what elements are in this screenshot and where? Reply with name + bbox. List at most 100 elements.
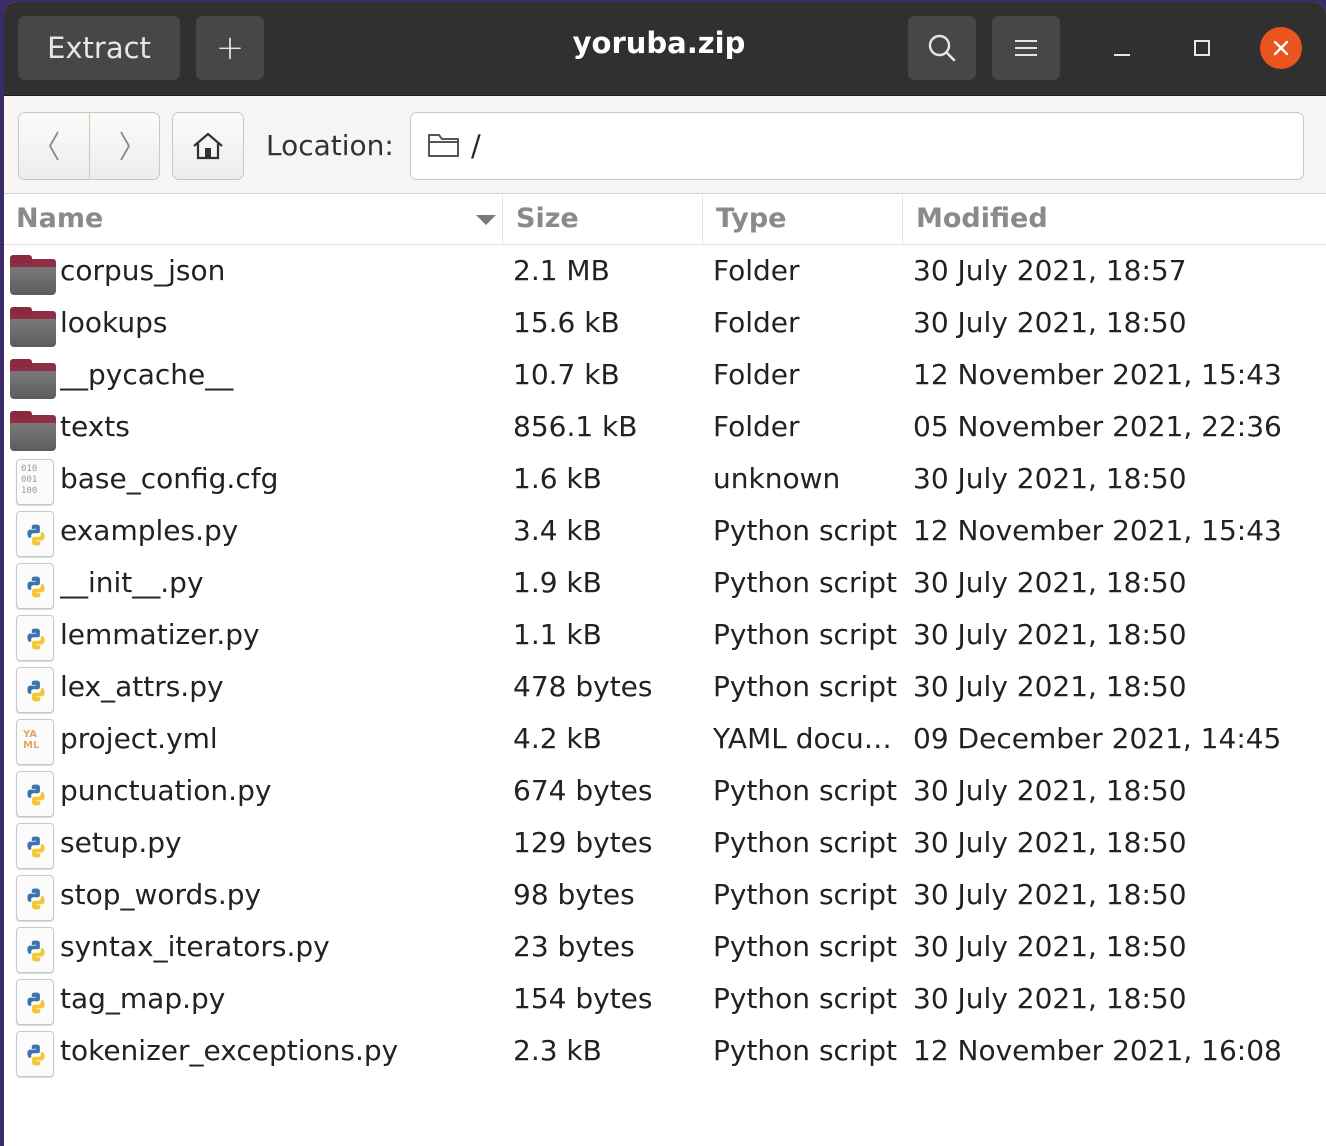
file-row[interactable]: examples.py 3.4 kB Python script 12 Novembe… (4, 505, 1326, 557)
add-files-button[interactable]: + (196, 16, 264, 80)
header-bar: Extract + yoruba.zip (4, 2, 1326, 96)
maximize-icon (1194, 40, 1210, 56)
file-modified: 12 November 2021, 15:43 (913, 358, 1282, 391)
file-row[interactable]: texts 856.1 kB Folder 05 November 2021, 22:… (4, 401, 1326, 453)
file-size: 478 bytes (513, 670, 653, 703)
back-button[interactable] (19, 113, 89, 179)
file-row[interactable]: lemmatizer.py 1.1 kB Python script 30 July … (4, 609, 1326, 661)
file-row[interactable]: lookups 15.6 kB Folder 30 July 2021, 18:50 (4, 297, 1326, 349)
file-size: 4.2 kB (513, 722, 602, 755)
folder-icon (8, 301, 56, 347)
file-modified: 30 July 2021, 18:50 (913, 618, 1187, 651)
file-size: 856.1 kB (513, 410, 638, 443)
file-modified: 30 July 2021, 18:50 (913, 878, 1187, 911)
file-modified: 30 July 2021, 18:50 (913, 982, 1187, 1015)
file-name: project.yml (60, 722, 218, 755)
file-type: unknown (713, 462, 841, 495)
file-type: Folder (713, 306, 800, 339)
file-size: 1.1 kB (513, 618, 602, 651)
maximize-button[interactable] (1182, 28, 1222, 68)
file-row[interactable]: lex_attrs.py 478 bytes Python script 30 Jul… (4, 661, 1326, 713)
folder-outline-icon (428, 134, 459, 157)
column-header-modified[interactable]: Modified (902, 195, 1326, 245)
file-modified: 09 December 2021, 14:45 (913, 722, 1282, 755)
python-file-icon (8, 769, 56, 817)
python-logo-icon (27, 628, 45, 650)
file-name: punctuation.py (60, 774, 272, 807)
binary-file-icon: 010 001 100 (8, 457, 56, 505)
file-row[interactable]: __init__.py 1.9 kB Python script 30 July 20… (4, 557, 1326, 609)
python-file-icon (8, 925, 56, 973)
column-header-name[interactable]: Name (16, 195, 502, 245)
file-row[interactable]: __pycache__ 10.7 kB Folder 12 November 2021… (4, 349, 1326, 401)
home-button[interactable] (172, 112, 244, 180)
column-header-size[interactable]: Size (502, 195, 702, 245)
file-modified: 30 July 2021, 18:50 (913, 462, 1187, 495)
extract-button[interactable]: Extract (18, 16, 180, 80)
file-size: 10.7 kB (513, 358, 620, 391)
forward-button[interactable] (89, 113, 159, 179)
file-modified: 30 July 2021, 18:50 (913, 670, 1187, 703)
plus-icon: + (215, 28, 245, 68)
file-name: base_config.cfg (60, 462, 279, 495)
file-name: syntax_iterators.py (60, 930, 330, 963)
python-file-icon (8, 665, 56, 713)
python-file-icon (8, 873, 56, 921)
search-button[interactable] (908, 16, 976, 80)
file-size: 674 bytes (513, 774, 653, 807)
file-modified: 30 July 2021, 18:50 (913, 774, 1187, 807)
file-row[interactable]: syntax_iterators.py 23 bytes Python script… (4, 921, 1326, 973)
python-file-icon (8, 1029, 56, 1077)
file-row[interactable]: 010 001 100 base_config.cfg 1.6 kB unknown 3… (4, 453, 1326, 505)
file-size: 129 bytes (513, 826, 653, 859)
file-size: 15.6 kB (513, 306, 620, 339)
sort-descending-icon (476, 215, 496, 225)
folder-icon (8, 353, 56, 399)
file-name: lemmatizer.py (60, 618, 260, 651)
file-size: 1.9 kB (513, 566, 602, 599)
location-label: Location: (266, 129, 394, 162)
file-type: Folder (713, 358, 800, 391)
file-modified: 30 July 2021, 18:50 (913, 566, 1187, 599)
folder-icon (8, 405, 56, 451)
file-name: examples.py (60, 514, 239, 547)
file-name: tag_map.py (60, 982, 226, 1015)
python-logo-icon (27, 836, 45, 858)
file-name: texts (60, 410, 130, 443)
file-row[interactable]: tokenizer_exceptions.py 2.3 kB Python scri… (4, 1025, 1326, 1077)
close-button[interactable] (1260, 27, 1302, 69)
file-row[interactable]: setup.py 129 bytes Python script 30 July 20… (4, 817, 1326, 869)
file-size: 3.4 kB (513, 514, 602, 547)
file-type: Python script (713, 1034, 897, 1067)
file-list: corpus_json 2.1 MB Folder 30 July 2021, 18:… (4, 245, 1326, 1077)
python-logo-icon (27, 576, 45, 598)
file-size: 2.1 MB (513, 254, 610, 287)
close-icon (1273, 40, 1289, 56)
column-headers: Name Size Type Modified (4, 195, 1326, 245)
file-name: __init__.py (60, 566, 204, 599)
column-header-type[interactable]: Type (702, 195, 902, 245)
file-type: Python script (713, 930, 897, 963)
file-modified: 30 July 2021, 18:57 (913, 254, 1187, 287)
python-file-icon (8, 821, 56, 869)
location-field[interactable]: / (410, 112, 1304, 180)
file-type: Python script (713, 566, 897, 599)
file-type: Python script (713, 670, 897, 703)
home-icon (193, 132, 223, 160)
python-file-icon (8, 561, 56, 609)
file-modified: 05 November 2021, 22:36 (913, 410, 1282, 443)
file-name: lookups (60, 306, 168, 339)
file-row[interactable]: corpus_json 2.1 MB Folder 30 July 2021, 18:… (4, 245, 1326, 297)
file-row[interactable]: stop_words.py 98 bytes Python script 30 Jul… (4, 869, 1326, 921)
python-logo-icon (27, 784, 45, 806)
file-row[interactable]: YA ML project.yml 4.2 kB YAML docu… 09 Decem… (4, 713, 1326, 765)
file-name: corpus_json (60, 254, 226, 287)
file-modified: 12 November 2021, 15:43 (913, 514, 1282, 547)
search-icon (928, 34, 956, 62)
menu-button[interactable] (992, 16, 1060, 80)
file-row[interactable]: punctuation.py 674 bytes Python script 30 J… (4, 765, 1326, 817)
minimize-button[interactable] (1102, 28, 1142, 68)
file-row[interactable]: tag_map.py 154 bytes Python script 30 July … (4, 973, 1326, 1025)
python-file-icon (8, 509, 56, 557)
yaml-file-icon: YA ML (8, 717, 56, 765)
